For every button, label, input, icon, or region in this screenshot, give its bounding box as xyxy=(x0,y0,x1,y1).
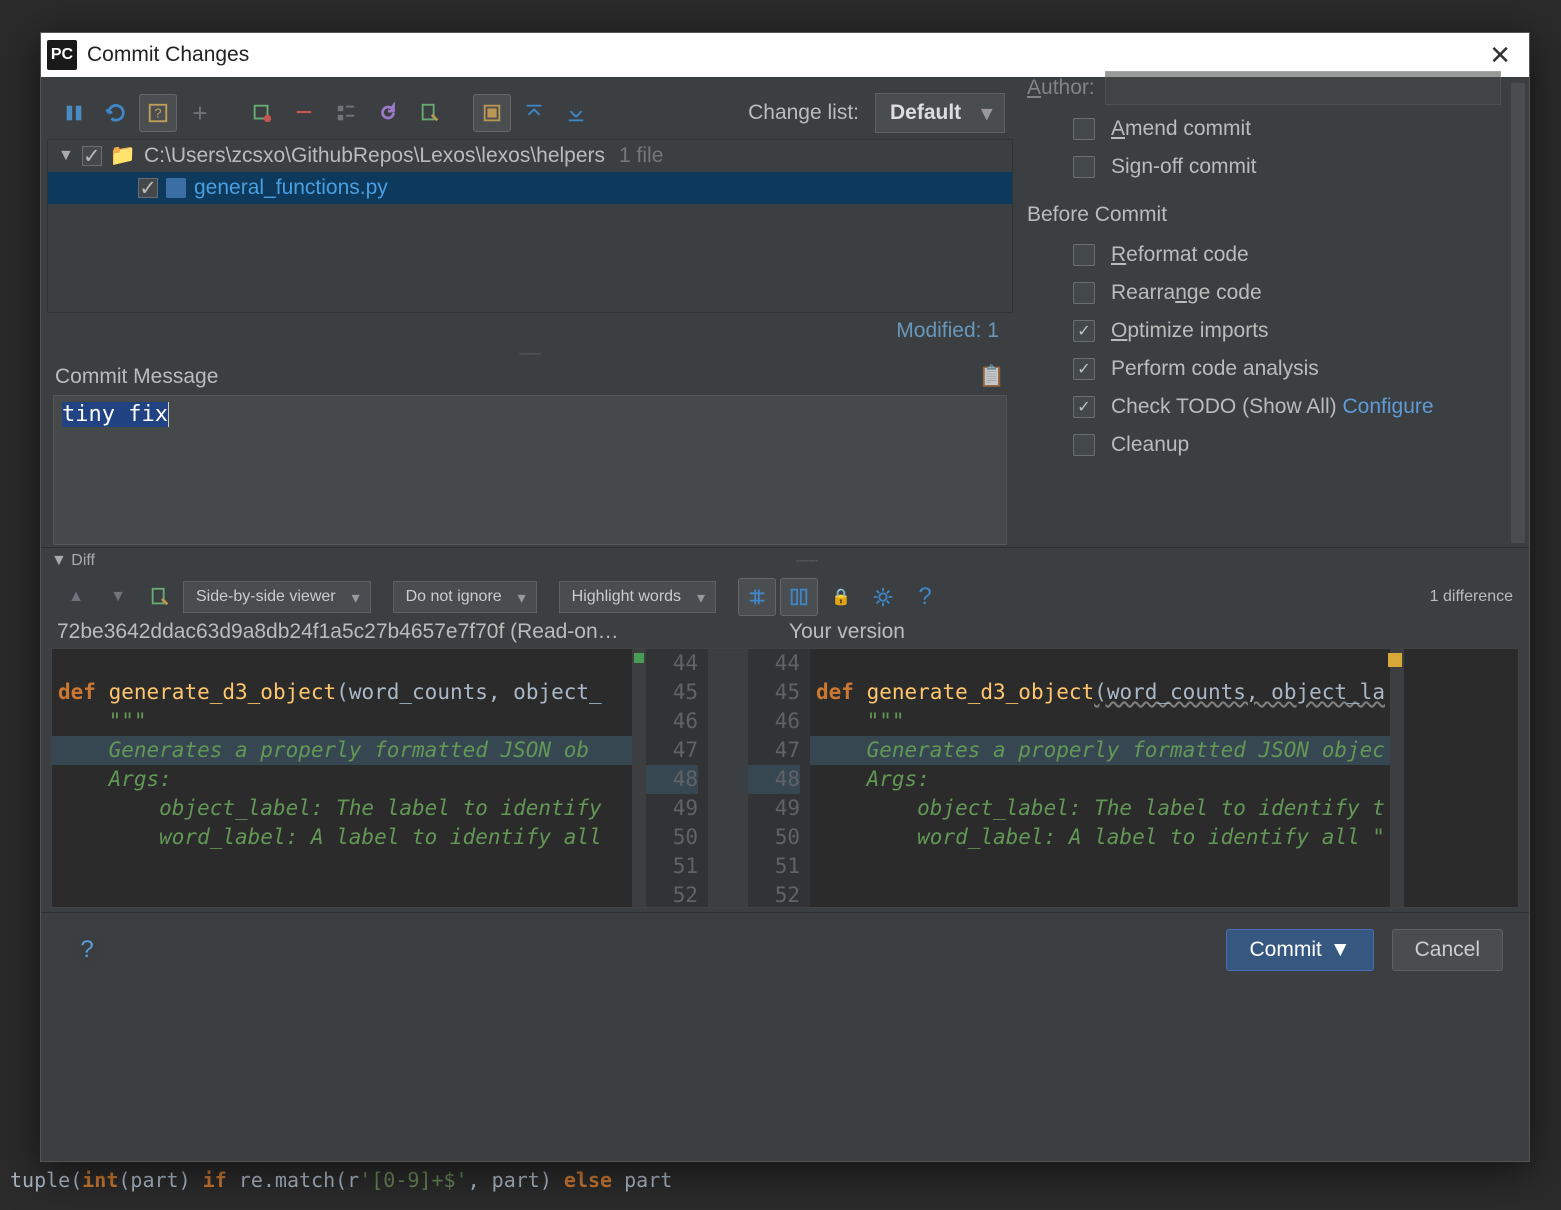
right-scrollbar[interactable] xyxy=(1511,83,1525,543)
analysis-checkbox[interactable]: Perform code analysis xyxy=(1073,357,1501,381)
commit-message-input[interactable]: tiny fix xyxy=(53,395,1007,545)
edit-source-icon[interactable] xyxy=(411,94,449,132)
left-mini-marker xyxy=(632,649,646,907)
diff-count: 1 difference xyxy=(1430,588,1513,606)
commit-dialog: PC Commit Changes ✕ ? + − xyxy=(40,32,1530,1162)
collapse-all-icon[interactable] xyxy=(473,94,511,132)
file-tree[interactable]: ▼ ✓ 📁 C:\Users\zcsxo\GithubRepos\Lexos\l… xyxy=(47,139,1013,313)
close-button[interactable]: ✕ xyxy=(1481,38,1519,73)
app-icon: PC xyxy=(47,40,77,70)
expand-up-icon[interactable] xyxy=(515,94,553,132)
root-checkbox[interactable]: ✓ xyxy=(82,146,102,166)
left-revision-title: 72be3642ddac63d9a8db24f1a5c27b4657e7f70f… xyxy=(57,620,741,644)
commit-button[interactable]: Commit ▼ xyxy=(1226,929,1373,971)
revert-icon[interactable] xyxy=(369,94,407,132)
signoff-checkbox[interactable]: Sign-off commit xyxy=(1073,155,1501,179)
right-mini-marker xyxy=(1390,649,1404,907)
optimize-checkbox[interactable]: Optimize imports xyxy=(1073,319,1501,343)
diff-grip[interactable]: ┄┄┄ xyxy=(95,554,1519,568)
viewer-mode-dropdown[interactable]: Side-by-side viewer xyxy=(183,581,371,613)
prev-diff-icon[interactable]: ▲ xyxy=(57,578,95,616)
tree-root-row[interactable]: ▼ ✓ 📁 C:\Users\zcsxo\GithubRepos\Lexos\l… xyxy=(48,140,1012,172)
right-gutter: 444546474849505152 xyxy=(748,649,810,907)
next-diff-icon[interactable]: ▼ xyxy=(99,578,137,616)
ignore-mode-dropdown[interactable]: Do not ignore xyxy=(393,581,537,613)
left-gutter: 444546474849505152 xyxy=(646,649,708,907)
left-code-pane[interactable]: def generate_d3_object(word_counts, obje… xyxy=(52,649,646,907)
todo-checkbox[interactable]: Check TODO (Show All) Configure xyxy=(1073,395,1501,419)
before-commit-header: Before Commit xyxy=(1027,203,1501,227)
settings-gear-icon[interactable] xyxy=(864,578,902,616)
python-file-icon xyxy=(166,178,186,198)
author-input[interactable] xyxy=(1105,71,1501,105)
help-button[interactable]: ? xyxy=(67,930,107,970)
file-name: general_functions.py xyxy=(194,176,388,200)
folder-icon: 📁 xyxy=(110,144,136,168)
refresh-icon[interactable] xyxy=(97,94,135,132)
bg-code: tuple( xyxy=(10,1168,82,1192)
diff-section: ▼ Diff ┄┄┄ ▲ ▼ Side-by-side viewer Do no… xyxy=(41,547,1529,1161)
add-icon[interactable]: + xyxy=(181,94,219,132)
right-code-pane[interactable]: def generate_d3_object(word_counts, obje… xyxy=(810,649,1404,907)
edit-file-icon[interactable] xyxy=(141,578,179,616)
diff-help-icon[interactable]: ? xyxy=(906,578,944,616)
cleanup-checkbox[interactable]: Cleanup xyxy=(1073,433,1501,457)
diff-viewer[interactable]: def generate_d3_object(word_counts, obje… xyxy=(51,648,1519,908)
expand-down-icon[interactable] xyxy=(557,94,595,132)
group-icon[interactable] xyxy=(327,94,365,132)
root-count: 1 file xyxy=(619,144,663,168)
author-label: AAuthor:uthor: xyxy=(1027,76,1095,100)
configure-link[interactable]: Configure xyxy=(1342,395,1433,418)
rearrange-checkbox[interactable]: Rearrange code xyxy=(1073,281,1501,305)
tree-expand-icon[interactable]: ▼ xyxy=(58,147,74,165)
highlight-mode-dropdown[interactable]: Highlight words xyxy=(559,581,716,613)
diff-toolbar: ▲ ▼ Side-by-side viewer Do not ignore Hi… xyxy=(41,574,1529,620)
modified-count: Modified: 1 xyxy=(47,313,1013,347)
options-pane: AAuthor:uthor: Amend commit Sign-off com… xyxy=(1019,77,1529,547)
amend-checkbox[interactable]: Amend commit xyxy=(1073,117,1501,141)
collapse-unchanged-icon[interactable] xyxy=(738,578,776,616)
tree-file-row[interactable]: ✓ general_functions.py xyxy=(48,172,1012,204)
svg-text:?: ? xyxy=(154,106,161,121)
sync-scroll-icon[interactable] xyxy=(780,578,818,616)
rollback-icon[interactable] xyxy=(243,94,281,132)
help-unknown-icon[interactable]: ? xyxy=(139,94,177,132)
lock-icon[interactable]: 🔒 xyxy=(822,578,860,616)
diff-collapse-toggle[interactable]: ▼ Diff xyxy=(51,552,95,570)
changes-pane: ? + − Change list: Default xyxy=(41,77,1019,547)
dialog-footer: ? Commit ▼ Cancel xyxy=(41,912,1529,987)
right-revision-title: Your version xyxy=(789,620,905,644)
commit-message-label: Commit Message xyxy=(55,365,218,389)
cancel-button[interactable]: Cancel xyxy=(1392,929,1503,971)
root-path: C:\Users\zcsxo\GithubRepos\Lexos\lexos\h… xyxy=(144,144,605,168)
reformat-checkbox[interactable]: Reformat code xyxy=(1073,243,1501,267)
history-icon[interactable]: 📋 xyxy=(979,365,1005,389)
change-list-dropdown[interactable]: Default xyxy=(875,93,1005,133)
changes-toolbar: ? + − Change list: Default xyxy=(47,87,1013,139)
pane-grip[interactable]: ┄┄┄ xyxy=(47,347,1013,361)
window-title: Commit Changes xyxy=(87,43,1481,67)
delete-icon[interactable]: − xyxy=(285,94,323,132)
file-checkbox[interactable]: ✓ xyxy=(138,178,158,198)
commit-message-text: tiny fix xyxy=(62,402,168,427)
show-diff-icon[interactable] xyxy=(55,94,93,132)
change-list-label: Change list: xyxy=(748,101,859,125)
